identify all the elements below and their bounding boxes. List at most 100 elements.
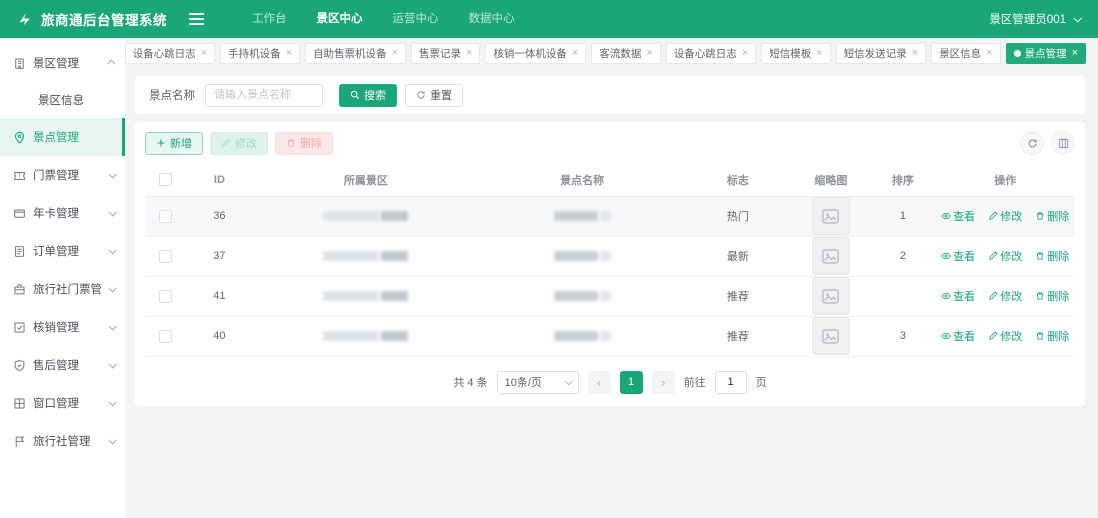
pencil-icon — [989, 251, 998, 260]
reset-button[interactable]: 重置 — [405, 83, 463, 107]
view-link[interactable]: 查看 — [941, 288, 975, 304]
row-checkbox[interactable] — [159, 209, 173, 223]
prev-page-button[interactable]: ‹ — [587, 370, 611, 394]
view-link[interactable]: 查看 — [941, 208, 975, 224]
tab-close-icon[interactable]: × — [816, 47, 822, 59]
table-row[interactable]: 40 推荐 3 查看 修改 删除 — [145, 316, 1075, 357]
sidebar-item-scenic-area[interactable]: 景区管理 — [0, 44, 125, 82]
row-checkbox[interactable] — [159, 249, 173, 263]
goto-page-input[interactable] — [714, 370, 747, 394]
delete-link[interactable]: 删除 — [1035, 208, 1069, 224]
columns-toggle-button[interactable] — [1051, 131, 1075, 155]
tab-景区信息[interactable]: 景区信息 × — [931, 42, 1001, 64]
picture-icon — [822, 248, 840, 264]
tab-close-icon[interactable]: × — [742, 47, 748, 59]
search-button[interactable]: 搜索 — [339, 83, 397, 107]
sidebar-item-scenic-info[interactable]: 景区信息 — [0, 82, 125, 118]
edit-link[interactable]: 修改 — [988, 248, 1022, 264]
eye-icon — [941, 252, 951, 260]
topnav-item-工作台[interactable]: 工作台 — [237, 0, 302, 38]
eye-icon — [941, 212, 951, 220]
goto-prefix: 前往 — [683, 377, 706, 389]
picture-icon — [822, 328, 840, 344]
page-size-select[interactable]: 10条/页 — [496, 370, 579, 394]
briefcase-icon — [13, 283, 26, 296]
delete-link[interactable]: 删除 — [1035, 328, 1069, 344]
select-all-checkbox[interactable] — [159, 173, 173, 187]
table-row[interactable]: 37 最新 2 查看 修改 删除 — [145, 236, 1075, 277]
next-page-button[interactable]: › — [651, 370, 675, 394]
edit-link[interactable]: 修改 — [988, 208, 1022, 224]
table-row[interactable]: 36 热门 1 查看 修改 删除 — [145, 196, 1075, 237]
app-header: 旅商通后台管理系统 工作台 景区中心 运营中心 数据中心 景区管理员001 — [0, 0, 1098, 38]
sidebar-item-window[interactable]: 窗口管理 — [0, 384, 125, 422]
refresh-table-button[interactable] — [1020, 131, 1044, 155]
redacted-text — [381, 291, 409, 302]
current-page-button[interactable]: 1 — [619, 370, 643, 394]
sidebar-item-order[interactable]: 订单管理 — [0, 232, 125, 270]
redacted-text — [553, 251, 598, 262]
tab-客流数据[interactable]: 客流数据 × — [591, 42, 661, 64]
tab-设备心跳日志[interactable]: 设备心跳日志 × — [665, 42, 757, 64]
tab-景点管理[interactable]: 景点管理 × — [1005, 42, 1086, 64]
edit-button[interactable]: 修改 — [210, 131, 268, 155]
chevron-down-icon — [1073, 14, 1082, 23]
sidebar-item-spot[interactable]: 景点管理 — [0, 118, 125, 156]
delete-button[interactable]: 删除 — [275, 131, 333, 155]
sidebar-item-agency-ticket[interactable]: 旅行社门票管理 — [0, 270, 125, 308]
delete-link[interactable]: 删除 — [1035, 288, 1069, 304]
tab-close-icon[interactable]: × — [201, 47, 207, 59]
tab-设备心跳日志[interactable]: 设备心跳日志 × — [125, 42, 216, 64]
location-pin-icon — [13, 131, 26, 144]
tab-手持机设备[interactable]: 手持机设备 × — [220, 42, 301, 64]
thumbnail-image[interactable] — [811, 197, 850, 235]
tab-close-icon[interactable]: × — [646, 47, 652, 59]
tab-短信模板[interactable]: 短信模板 × — [761, 42, 831, 64]
edit-link[interactable]: 修改 — [988, 328, 1022, 344]
tab-close-icon[interactable]: × — [1072, 47, 1078, 59]
delete-link[interactable]: 删除 — [1035, 248, 1069, 264]
trash-icon — [1036, 252, 1044, 260]
add-button[interactable]: 新增 — [145, 131, 203, 155]
sidebar-item-verify[interactable]: 核销管理 — [0, 308, 125, 346]
redacted-text — [323, 251, 380, 262]
sidebar-item-annual-card[interactable]: 年卡管理 — [0, 194, 125, 232]
tab-close-icon[interactable]: × — [986, 47, 992, 59]
sidebar-item-agency[interactable]: 旅行社管理 — [0, 422, 125, 460]
thumbnail-image[interactable] — [811, 237, 850, 275]
view-link[interactable]: 查看 — [941, 328, 975, 344]
sidebar-item-ticket[interactable]: 门票管理 — [0, 156, 125, 194]
topnav-item-运营中心[interactable]: 运营中心 — [378, 0, 454, 38]
ticket-icon — [13, 169, 26, 182]
thumbnail-image[interactable] — [811, 317, 850, 355]
redacted-text — [599, 251, 611, 262]
topnav-item-景区中心[interactable]: 景区中心 — [302, 0, 378, 38]
tab-核销一体机设备[interactable]: 核销一体机设备 × — [485, 42, 587, 64]
tab-close-icon[interactable]: × — [466, 47, 472, 59]
search-input[interactable] — [205, 83, 323, 107]
user-menu[interactable]: 景区管理员001 — [989, 11, 1082, 27]
tab-close-icon[interactable]: × — [392, 47, 398, 59]
chevron-down-icon — [564, 377, 573, 386]
table-row[interactable]: 41 推荐 查看 修改 删除 — [145, 276, 1075, 317]
sidebar-collapse-icon[interactable] — [189, 9, 215, 29]
sidebar-item-aftersale[interactable]: 售后管理 — [0, 346, 125, 384]
thumbnail-image[interactable] — [811, 277, 850, 315]
table-header-row: ID 所属景区 景点名称 标志 缩略图 排序 操作 — [145, 164, 1075, 197]
tab-短信发送记录[interactable]: 短信发送记录 × — [835, 42, 927, 64]
view-link[interactable]: 查看 — [941, 248, 975, 264]
row-checkbox[interactable] — [159, 329, 173, 343]
tab-close-icon[interactable]: × — [912, 47, 918, 59]
tab-自助售票机设备[interactable]: 自助售票机设备 × — [305, 42, 406, 64]
search-panel: 景点名称 搜索 重置 — [135, 76, 1085, 114]
tab-close-icon[interactable]: × — [572, 47, 578, 59]
row-checkbox[interactable] — [159, 289, 173, 303]
topnav-item-数据中心[interactable]: 数据中心 — [454, 0, 530, 38]
edit-link[interactable]: 修改 — [988, 288, 1022, 304]
tab-close-icon[interactable]: × — [286, 47, 292, 59]
tab-售票记录[interactable]: 售票记录 × — [411, 42, 481, 64]
cell-sort: 1 — [899, 210, 906, 222]
cell-id: 40 — [213, 330, 226, 342]
columns-icon — [1058, 138, 1068, 148]
user-name: 景区管理员001 — [989, 14, 1066, 26]
